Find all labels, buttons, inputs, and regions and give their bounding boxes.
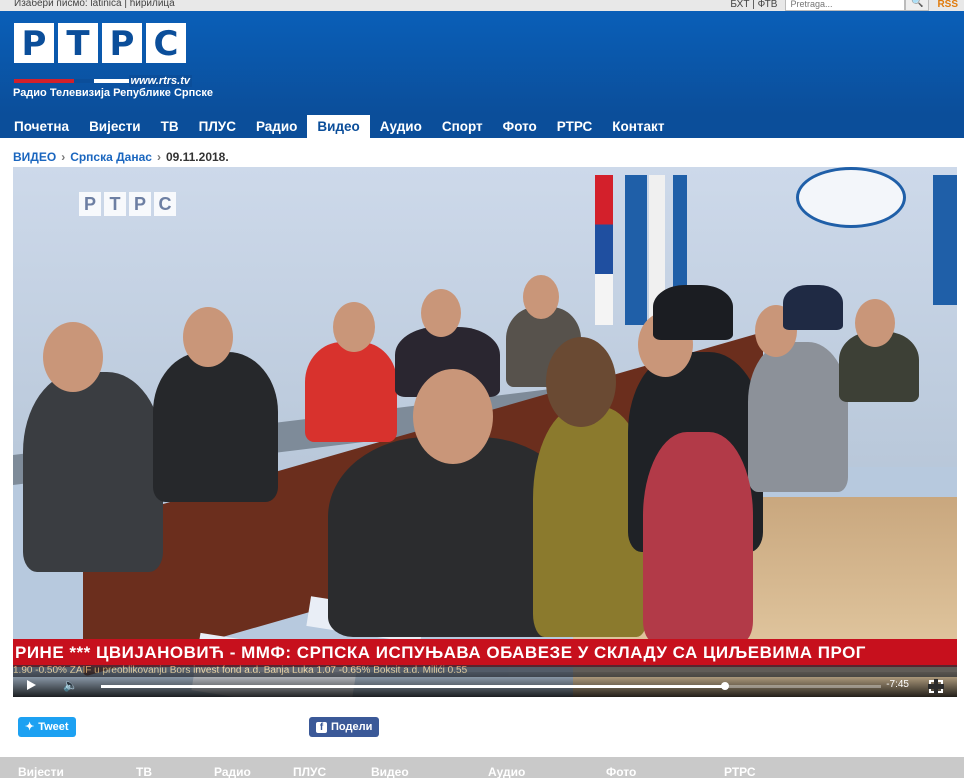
- twitter-icon: ✦: [25, 721, 35, 733]
- breadcrumb-show[interactable]: Српска Данас: [70, 150, 152, 164]
- breadcrumb-video[interactable]: ВИДЕО: [13, 150, 56, 164]
- breadcrumb-separator: ›: [156, 150, 161, 164]
- fullscreen-icon[interactable]: [928, 679, 944, 694]
- tv-links[interactable]: БХТ | ФТВ: [730, 0, 777, 10]
- person-head: [523, 275, 559, 319]
- script-switcher[interactable]: Изабери писмо: latinica | ћирилица: [14, 0, 175, 9]
- play-icon[interactable]: [27, 680, 36, 690]
- logo-url: www.rtrs.tv: [128, 75, 192, 87]
- person-figure: [305, 342, 397, 442]
- person-head: [183, 307, 233, 367]
- person-figure: [23, 372, 163, 572]
- logo-letter: С: [146, 23, 186, 64]
- nav-item-sport[interactable]: Спорт: [432, 115, 493, 138]
- search-input[interactable]: [785, 0, 906, 11]
- site-tagline: Радио Телевизија Републике Српске: [13, 87, 214, 99]
- nav-item-photo[interactable]: Фото: [493, 115, 547, 138]
- person-figure: [653, 285, 733, 340]
- search-icon[interactable]: 🔍: [905, 0, 930, 11]
- footer-nav: Вијести ТВ Радио ПЛУС Видео Аудио Фото Р…: [0, 757, 964, 779]
- nav-item-tv[interactable]: ТВ: [151, 115, 189, 138]
- person-figure: [748, 342, 848, 492]
- person-figure: [153, 352, 278, 502]
- footer-item-rtrs[interactable]: РТРС: [724, 765, 756, 779]
- logo-letter: Р: [102, 23, 142, 64]
- facebook-share-label: Подели: [331, 721, 373, 733]
- person-head: [421, 289, 461, 337]
- footer-item-tv[interactable]: ТВ: [136, 765, 152, 779]
- nav-item-radio[interactable]: Радио: [246, 115, 307, 138]
- breadcrumb: ВИДЕО › Српска Данас › 09.11.2018.: [13, 150, 229, 164]
- time-remaining: -7:45: [886, 679, 909, 690]
- watermark-letter: Р: [129, 192, 151, 216]
- person-head: [546, 337, 616, 427]
- breadcrumb-date: 09.11.2018.: [165, 150, 229, 164]
- footer-item-plus[interactable]: ПЛУС: [293, 765, 326, 779]
- tweet-label: Tweet: [38, 721, 69, 733]
- video-controls: 🔈 -7:45: [13, 672, 957, 697]
- rss-link[interactable]: RSS: [937, 0, 958, 10]
- footer-item-radio[interactable]: Радио: [214, 765, 251, 779]
- footer-item-news[interactable]: Вијести: [18, 765, 64, 779]
- nav-item-video[interactable]: Видео: [307, 115, 370, 138]
- progress-bar[interactable]: [101, 682, 881, 690]
- top-bar: Изабери писмо: latinica | ћирилица БХТ |…: [0, 0, 964, 11]
- main-nav: Почетна Вијести ТВ ПЛУС Радио Видео Ауди…: [0, 115, 964, 138]
- progress-handle[interactable]: [721, 682, 729, 690]
- nav-item-audio[interactable]: Аудио: [370, 115, 432, 138]
- watermark-letter: С: [154, 192, 176, 216]
- video-player[interactable]: Р Т Р С РИНЕ *** ЦВИЈАНОВИЋ - ММФ: СРПСК…: [13, 167, 957, 697]
- flag-image: [625, 175, 647, 325]
- breadcrumb-separator: ›: [61, 150, 66, 164]
- footer-item-video[interactable]: Видео: [371, 765, 409, 779]
- nav-item-contact[interactable]: Контакт: [602, 115, 674, 138]
- nav-item-news[interactable]: Вијести: [79, 115, 151, 138]
- search-box: 🔍: [785, 0, 930, 11]
- site-header: Р Т Р С www.rtrs.tv Радио Телевизија Реп…: [0, 11, 964, 115]
- facebook-icon: f: [316, 721, 327, 733]
- chair-jacket: [643, 432, 753, 642]
- volume-icon[interactable]: 🔈: [63, 678, 78, 692]
- channel-watermark: Р Т Р С: [79, 192, 176, 216]
- nav-item-plus[interactable]: ПЛУС: [189, 115, 246, 138]
- city-seal-image: [796, 167, 906, 228]
- news-ticker: РИНЕ *** ЦВИЈАНОВИЋ - ММФ: СРПСКА ИСПУЊА…: [13, 639, 957, 667]
- progress-fill: [101, 685, 725, 688]
- footer-item-audio[interactable]: Аудио: [488, 765, 525, 779]
- facebook-share-button[interactable]: f Подели: [309, 717, 380, 737]
- watermark-letter: Т: [104, 192, 126, 216]
- person-head: [43, 322, 103, 392]
- person-figure: [783, 285, 843, 330]
- nav-item-rtrs[interactable]: РТРС: [547, 115, 603, 138]
- person-head: [855, 299, 895, 347]
- logo-letter: Т: [58, 23, 98, 64]
- watermark-letter: Р: [79, 192, 101, 216]
- tweet-button[interactable]: ✦ Tweet: [18, 717, 76, 737]
- nav-item-home[interactable]: Почетна: [4, 115, 79, 138]
- logo-letter: Р: [14, 23, 54, 64]
- footer-item-photo[interactable]: Фото: [606, 765, 636, 779]
- flag-image: [595, 175, 613, 325]
- person-head: [413, 369, 493, 464]
- flag-image: [933, 175, 957, 305]
- person-head: [333, 302, 375, 352]
- rtrs-logo[interactable]: Р Т Р С www.rtrs.tv: [14, 23, 192, 89]
